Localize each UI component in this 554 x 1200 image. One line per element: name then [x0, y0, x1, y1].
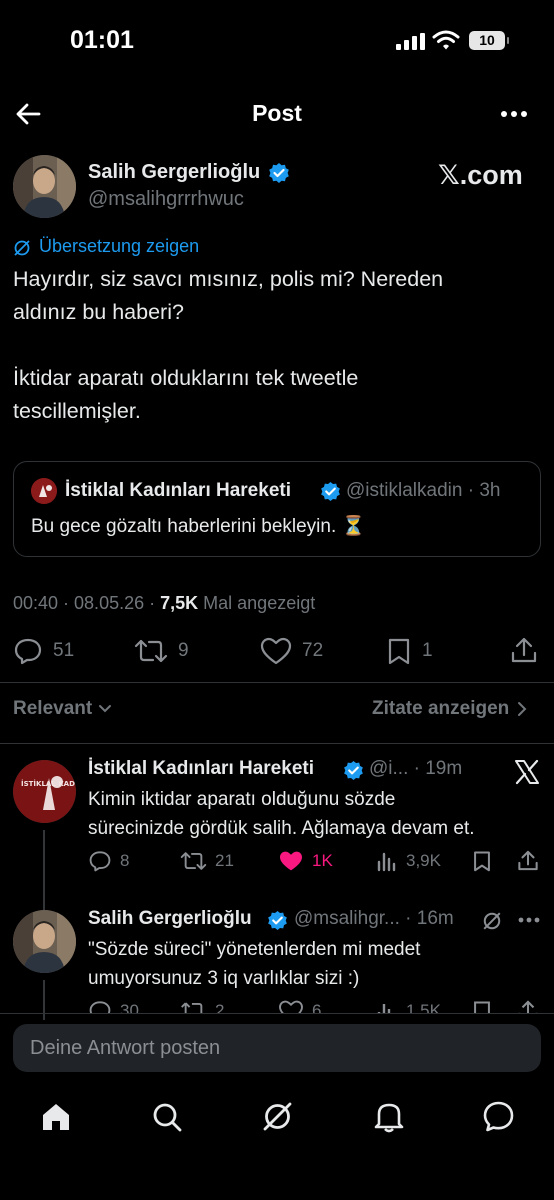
reply-handle-time: @msalihgr... · 16m [294, 908, 454, 929]
reply-handle-time: @i... · 19m [369, 758, 463, 779]
composer-divider [0, 1013, 554, 1014]
reply-icon [89, 851, 111, 872]
translate-link[interactable]: Übersetzung zeigen [39, 236, 199, 257]
post-time-date: 00:40 · 08.05.26 · [13, 593, 161, 613]
reply-like-count: 1K [312, 851, 333, 870]
bookmark-icon [388, 638, 410, 665]
heart-icon [279, 1000, 303, 1014]
divider [0, 682, 554, 683]
thread-line [43, 830, 45, 902]
signal-icon [396, 33, 426, 50]
view-quotes-link[interactable]: Zitate anzeigen [372, 698, 527, 720]
bookmark-count: 1 [422, 640, 433, 661]
reply-reply-count: 8 [120, 851, 130, 870]
nav-grok-icon[interactable] [261, 1100, 294, 1133]
verified-badge-icon [268, 162, 290, 184]
post-meta: 00:40 · 08.05.26 · 7,5K Mal angezeigt [13, 593, 315, 614]
author-name[interactable]: Salih Gergerlioğlu [88, 161, 260, 184]
heart-filled-icon [280, 851, 302, 871]
reply-reply-button[interactable]: 30 [88, 1000, 139, 1014]
reply-text-line-1: "Sözde süreci" yönetenlerden mi medet [88, 939, 421, 960]
view-count: 7,5K [160, 593, 199, 613]
like-count: 72 [302, 640, 324, 661]
reply-repost-button[interactable]: 21 [180, 850, 234, 872]
more-options-icon[interactable] [518, 917, 540, 923]
post-text-line-3: İktidar aparatı olduklarını tek tweetle [13, 366, 359, 390]
reply-views-button[interactable]: 3,9K [376, 850, 441, 872]
reply-actions-clip: 30 2 6 1,5K [0, 998, 554, 1014]
author-avatar[interactable] [13, 155, 76, 218]
reply-icon [14, 638, 42, 665]
reply-avatar[interactable] [13, 910, 76, 973]
reply-avatar[interactable]: İSTİKLAL KADINLARI HAREKETİ [13, 760, 76, 823]
thread-line-top [43, 900, 45, 910]
bookmark-button[interactable]: 1 [386, 637, 433, 665]
author-handle[interactable]: @msalihgrrrhwuc [88, 188, 244, 211]
reply-author-name[interactable]: İstiklal Kadınları Hareketi [88, 758, 314, 780]
reply-button[interactable]: 51 [13, 637, 74, 665]
reply-bookmark-icon[interactable] [472, 1000, 492, 1014]
nav-notifications-icon[interactable] [373, 1100, 405, 1133]
reply-verified-badge-icon [343, 760, 364, 781]
reply-verified-badge-icon [267, 910, 288, 931]
reply-views-count: 3,9K [406, 851, 441, 870]
relevance-dropdown[interactable]: Relevant [13, 698, 112, 720]
reply-share-icon[interactable] [517, 999, 539, 1014]
quote-text: Bu gece gözaltı haberlerini bekleyin. ⏳ [31, 516, 366, 537]
like-button[interactable]: 72 [260, 637, 323, 665]
chevron-down-icon [99, 705, 112, 713]
more-options-icon[interactable] [500, 110, 528, 118]
post-text-line-4: tescillemişler. [13, 399, 141, 423]
quoted-post-card[interactable] [13, 461, 541, 557]
share-icon[interactable] [510, 636, 538, 664]
repost-count: 9 [178, 640, 189, 661]
reply-text-line-2: umuyorsunuz 3 iq varlıklar sizi :) [88, 968, 360, 989]
reply-composer-placeholder: Deine Antwort posten [30, 1037, 221, 1059]
x-logo-icon [514, 759, 540, 785]
quote-handle-time: @istiklalkadin · 3h [346, 480, 501, 501]
nav-search-icon[interactable] [151, 1101, 183, 1133]
repost-icon [134, 639, 168, 663]
nav-messages-icon[interactable] [482, 1100, 515, 1133]
post-text-line-1: Hayırdır, siz savcı mısınız, polis mi? N… [13, 267, 444, 291]
views-icon [377, 1004, 396, 1014]
x-watermark: 𝕏.com [438, 160, 523, 190]
repost-icon [180, 852, 207, 870]
reply-like-button[interactable]: 6 [278, 1000, 321, 1014]
reply-count: 51 [53, 640, 75, 661]
page-title: Post [252, 100, 302, 126]
nav-home-icon[interactable] [40, 1101, 72, 1133]
reply-views-button[interactable]: 1,5K [376, 1000, 441, 1014]
view-quotes-label: Zitate anzeigen [372, 698, 510, 719]
avatar-logo-text: İSTİKLAL KADINLARI HAREKETİ [21, 779, 76, 788]
quote-verified-badge-icon [320, 481, 341, 502]
quote-author-avatar [31, 478, 57, 504]
reply-text-line-2: sürecinizde gördük salih. Ağlamaya devam… [88, 818, 475, 839]
reply-text-line-1: Kimin iktidar aparatı olduğunu sözde [88, 789, 396, 810]
repost-button[interactable]: 9 [134, 637, 189, 665]
heart-icon [260, 637, 292, 665]
translate-icon[interactable] [482, 911, 502, 931]
repost-icon [181, 1002, 203, 1014]
battery-indicator: 10 [469, 31, 509, 50]
reply-bookmark-icon[interactable] [472, 850, 492, 872]
reply-like-button[interactable]: 1K [278, 850, 333, 872]
wifi-icon [432, 30, 460, 51]
views-icon [377, 852, 396, 872]
quote-author-name: İstiklal Kadınları Hareketi [65, 480, 291, 501]
view-label: Mal angezeigt [203, 593, 316, 613]
reply-icon [89, 1001, 111, 1014]
divider [0, 743, 554, 744]
reply-repost-count: 21 [215, 851, 234, 870]
translate-icon[interactable] [13, 239, 31, 257]
chevron-right-icon [518, 702, 527, 716]
reply-reply-button[interactable]: 8 [88, 850, 129, 872]
reply-share-icon[interactable] [517, 849, 539, 872]
relevance-label: Relevant [13, 698, 93, 719]
post-text-line-2: aldınız bu haberi? [13, 300, 184, 324]
reply-repost-button[interactable]: 2 [180, 1000, 224, 1014]
reply-author-name[interactable]: Salih Gergerlioğlu [88, 908, 252, 930]
status-time: 01:01 [70, 26, 134, 54]
